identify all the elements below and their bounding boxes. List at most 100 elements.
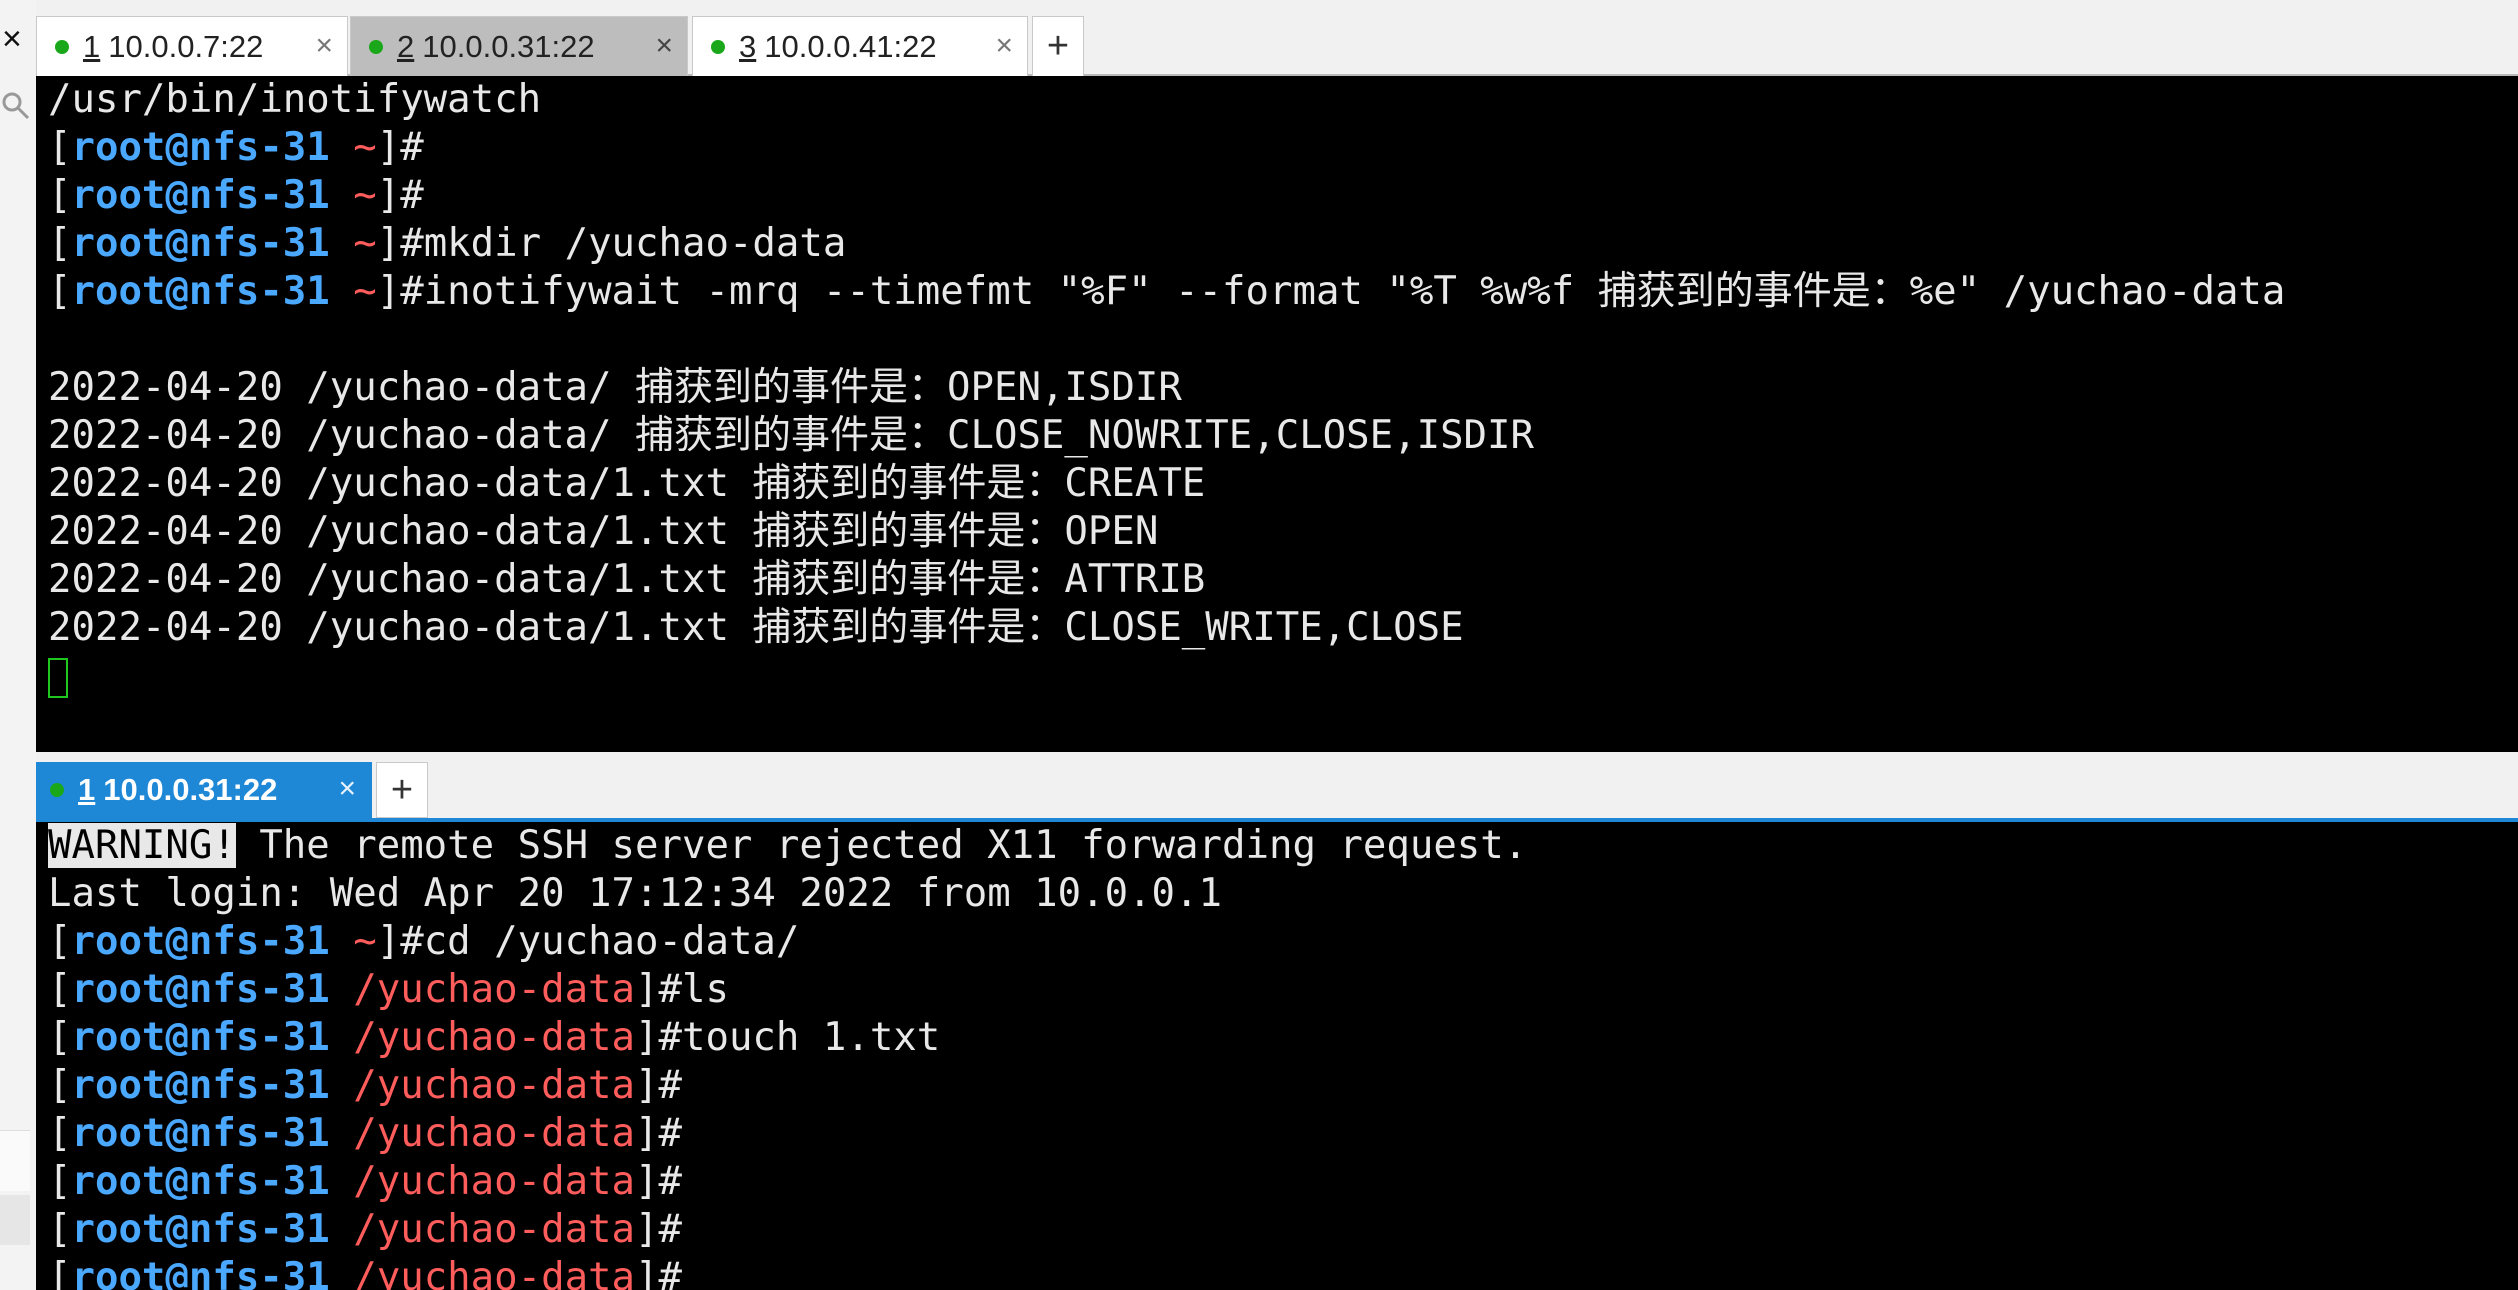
terminal-line: [root@nfs-31 ~]#inotifywait -mrq --timef… xyxy=(48,268,2518,316)
prompt-end: ]# xyxy=(635,1063,682,1108)
last-login-line: Last login: Wed Apr 20 17:12:34 2022 fro… xyxy=(48,871,1222,916)
search-icon[interactable] xyxy=(0,90,30,120)
tab-close-icon[interactable]: × xyxy=(995,29,1013,63)
terminal-line xyxy=(48,652,2518,700)
warning-badge: WARNING! xyxy=(48,823,236,868)
sidebar-panel xyxy=(0,1195,30,1245)
terminal-line: WARNING! The remote SSH server rejected … xyxy=(48,822,2518,870)
prompt-user-host: root@nfs-31 xyxy=(71,1159,330,1204)
terminal-line: [root@nfs-31 /yuchao-data]#touch 1.txt xyxy=(48,1014,2518,1062)
prompt-path: ~ xyxy=(353,125,377,170)
prompt-user-host: root@nfs-31 xyxy=(71,1255,330,1290)
prompt-bracket: [ xyxy=(48,1063,72,1108)
tab-close-icon[interactable]: × xyxy=(315,29,333,63)
terminal-line: [root@nfs-31 ~]# xyxy=(48,124,2518,172)
tab-number: 1 xyxy=(78,772,96,807)
prompt-bracket: [ xyxy=(48,1111,72,1156)
prompt-bracket: [ xyxy=(48,1207,72,1252)
prompt-path: ~ xyxy=(353,919,377,964)
terminal-line: [root@nfs-31 /yuchao-data]# xyxy=(48,1110,2518,1158)
event-output-line: 2022-04-20 /yuchao-data/1.txt 捕获到的事件是：OP… xyxy=(48,509,1159,554)
close-icon[interactable]: × xyxy=(2,22,22,56)
prompt-end: ]# xyxy=(635,967,682,1012)
prompt-end: ]# xyxy=(376,173,424,218)
prompt-user-host: root@nfs-31 xyxy=(71,1111,330,1156)
tab-bottom-session-1[interactable]: 1 10.0.0.31:22 × xyxy=(36,762,372,818)
command-text: mkdir /yuchao-data xyxy=(423,221,847,266)
prompt-bracket: [ xyxy=(48,173,72,218)
tab-close-icon[interactable]: × xyxy=(338,772,356,806)
prompt-end: ]# xyxy=(376,919,424,964)
prompt-user-host: root@nfs-31 xyxy=(71,919,330,964)
prompt-path: /yuchao-data xyxy=(353,1159,636,1204)
terminal-line: [root@nfs-31 /yuchao-data]# xyxy=(48,1206,2518,1254)
prompt-bracket: [ xyxy=(48,1159,72,1204)
prompt-end: ]# xyxy=(635,1159,682,1204)
prompt-end: ]# xyxy=(635,1207,682,1252)
terminal-line: [root@nfs-31 ~]# xyxy=(48,172,2518,220)
prompt-path: /yuchao-data xyxy=(353,1111,636,1156)
terminal-pane-top[interactable]: /usr/bin/inotifywatch [root@nfs-31 ~]# [… xyxy=(36,76,2518,752)
left-sidebar-strip: × xyxy=(0,0,36,1290)
terminal-line: [root@nfs-31 /yuchao-data]#ls xyxy=(48,966,2518,1014)
tab-session-2[interactable]: 2 10.0.0.31:22 × xyxy=(350,16,688,76)
connected-status-icon xyxy=(711,39,725,54)
event-output-line: 2022-04-20 /yuchao-data/1.txt 捕获到的事件是：CL… xyxy=(48,605,1464,650)
tab-label: 10.0.0.31:22 xyxy=(422,28,595,64)
tab-label: 10.0.0.31:22 xyxy=(103,772,278,807)
command-text: touch 1.txt xyxy=(681,1015,941,1060)
event-output-line: 2022-04-20 /yuchao-data/ 捕获到的事件是：CLOSE_N… xyxy=(48,413,1534,458)
tab-session-1[interactable]: 1 10.0.0.7:22 × xyxy=(36,16,348,76)
tab-number: 2 xyxy=(397,28,415,64)
top-tab-bar: 1 10.0.0.7:22 × 2 10.0.0.31:22 × 3 10.0.… xyxy=(36,0,2518,76)
command-text: inotifywait -mrq --timefmt "%F" --format… xyxy=(423,269,2286,314)
terminal-line: [root@nfs-31 /yuchao-data]# xyxy=(48,1254,2518,1290)
command-text: cd /yuchao-data/ xyxy=(423,919,800,964)
terminal-line: [root@nfs-31 ~]#cd /yuchao-data/ xyxy=(48,918,2518,966)
prompt-end: ]# xyxy=(635,1255,682,1290)
tab-session-3[interactable]: 3 10.0.0.41:22 × xyxy=(692,16,1028,76)
prompt-end: ]# xyxy=(635,1015,682,1060)
event-output-line: 2022-04-20 /yuchao-data/ 捕获到的事件是：OPEN,IS… xyxy=(48,365,1182,410)
prompt-bracket: [ xyxy=(48,221,72,266)
terminal-line: [root@nfs-31 ~]#mkdir /yuchao-data xyxy=(48,220,2518,268)
prompt-user-host: root@nfs-31 xyxy=(71,967,330,1012)
prompt-user-host: root@nfs-31 xyxy=(71,221,330,266)
tab-number: 1 xyxy=(83,28,101,64)
prompt-path: ~ xyxy=(353,269,377,314)
event-output-line: 2022-04-20 /yuchao-data/1.txt 捕获到的事件是：CR… xyxy=(48,461,1206,506)
connected-status-icon xyxy=(50,783,64,797)
bottom-tab-bar: 1 10.0.0.31:22 × + xyxy=(36,752,2518,822)
prompt-bracket: [ xyxy=(48,1015,72,1060)
tab-close-icon[interactable]: × xyxy=(655,29,673,63)
new-tab-button[interactable]: + xyxy=(376,762,428,818)
prompt-end: ]# xyxy=(376,125,424,170)
tab-label: 10.0.0.41:22 xyxy=(764,28,937,64)
event-output-line: 2022-04-20 /yuchao-data/1.txt 捕获到的事件是：AT… xyxy=(48,557,1206,602)
new-tab-button[interactable]: + xyxy=(1032,16,1084,76)
prompt-bracket: [ xyxy=(48,269,72,314)
prompt-end: ]# xyxy=(635,1111,682,1156)
prompt-bracket: [ xyxy=(48,1255,72,1290)
terminal-cursor xyxy=(48,657,68,698)
prompt-user-host: root@nfs-31 xyxy=(71,125,330,170)
connected-status-icon xyxy=(55,39,69,54)
prompt-path: ~ xyxy=(353,221,377,266)
prompt-path: /yuchao-data xyxy=(353,1207,636,1252)
prompt-end: ]# xyxy=(376,221,424,266)
prompt-user-host: root@nfs-31 xyxy=(71,1063,330,1108)
prompt-user-host: root@nfs-31 xyxy=(71,173,330,218)
warning-text: The remote SSH server rejected X11 forwa… xyxy=(235,823,1528,868)
prompt-user-host: root@nfs-31 xyxy=(71,269,330,314)
prompt-path: /yuchao-data xyxy=(353,1255,636,1290)
connected-status-icon xyxy=(369,39,383,54)
terminal-pane-bottom[interactable]: WARNING! The remote SSH server rejected … xyxy=(36,822,2518,1290)
prompt-bracket: [ xyxy=(48,919,72,964)
prompt-user-host: root@nfs-31 xyxy=(71,1015,330,1060)
terminal-line: /usr/bin/inotifywatch xyxy=(48,77,542,122)
prompt-user-host: root@nfs-31 xyxy=(71,1207,330,1252)
prompt-path: /yuchao-data xyxy=(353,967,636,1012)
tab-label: 10.0.0.7:22 xyxy=(108,28,264,64)
prompt-bracket: [ xyxy=(48,125,72,170)
